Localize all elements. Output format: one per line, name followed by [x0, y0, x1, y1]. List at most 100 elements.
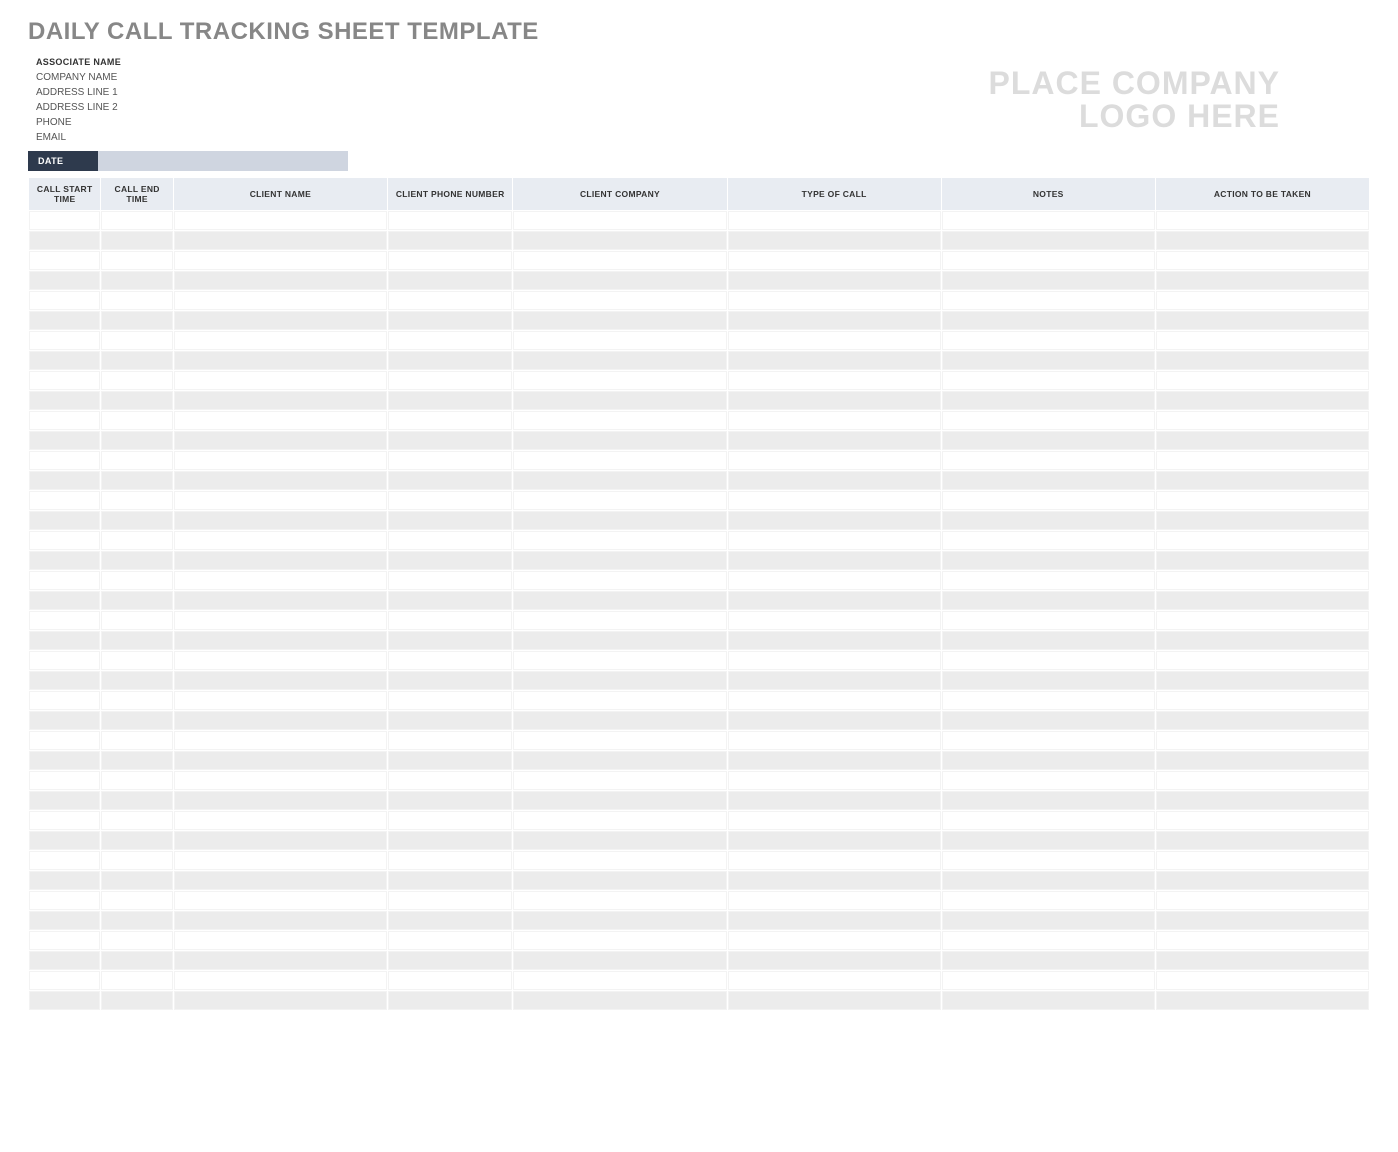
- table-cell[interactable]: [942, 251, 1155, 270]
- table-cell[interactable]: [942, 611, 1155, 630]
- table-cell[interactable]: [101, 471, 172, 490]
- table-cell[interactable]: [174, 291, 387, 310]
- table-cell[interactable]: [388, 991, 512, 1010]
- table-cell[interactable]: [1156, 891, 1369, 910]
- table-cell[interactable]: [388, 691, 512, 710]
- table-cell[interactable]: [29, 331, 100, 350]
- table-cell[interactable]: [388, 831, 512, 850]
- table-cell[interactable]: [174, 811, 387, 830]
- table-cell[interactable]: [29, 631, 100, 650]
- table-cell[interactable]: [101, 991, 172, 1010]
- table-cell[interactable]: [101, 451, 172, 470]
- table-cell[interactable]: [101, 631, 172, 650]
- table-cell[interactable]: [101, 771, 172, 790]
- table-cell[interactable]: [1156, 291, 1369, 310]
- table-cell[interactable]: [513, 551, 726, 570]
- table-cell[interactable]: [728, 771, 941, 790]
- table-cell[interactable]: [1156, 771, 1369, 790]
- table-cell[interactable]: [728, 851, 941, 870]
- table-cell[interactable]: [174, 691, 387, 710]
- table-cell[interactable]: [388, 891, 512, 910]
- table-cell[interactable]: [513, 411, 726, 430]
- table-cell[interactable]: [728, 271, 941, 290]
- table-cell[interactable]: [942, 991, 1155, 1010]
- table-cell[interactable]: [174, 871, 387, 890]
- table-cell[interactable]: [942, 371, 1155, 390]
- table-cell[interactable]: [513, 511, 726, 530]
- table-cell[interactable]: [101, 371, 172, 390]
- table-cell[interactable]: [513, 211, 726, 230]
- table-cell[interactable]: [1156, 611, 1369, 630]
- table-cell[interactable]: [942, 311, 1155, 330]
- table-cell[interactable]: [728, 411, 941, 430]
- table-cell[interactable]: [942, 271, 1155, 290]
- table-cell[interactable]: [388, 671, 512, 690]
- table-cell[interactable]: [29, 911, 100, 930]
- table-cell[interactable]: [728, 751, 941, 770]
- table-cell[interactable]: [174, 771, 387, 790]
- table-cell[interactable]: [29, 251, 100, 270]
- table-cell[interactable]: [101, 851, 172, 870]
- table-cell[interactable]: [174, 351, 387, 370]
- table-cell[interactable]: [101, 671, 172, 690]
- table-cell[interactable]: [942, 591, 1155, 610]
- table-cell[interactable]: [728, 871, 941, 890]
- table-cell[interactable]: [101, 651, 172, 670]
- table-cell[interactable]: [728, 471, 941, 490]
- table-cell[interactable]: [942, 831, 1155, 850]
- table-cell[interactable]: [1156, 331, 1369, 350]
- table-cell[interactable]: [174, 731, 387, 750]
- table-cell[interactable]: [1156, 571, 1369, 590]
- table-cell[interactable]: [728, 391, 941, 410]
- table-cell[interactable]: [29, 471, 100, 490]
- table-cell[interactable]: [728, 491, 941, 510]
- table-cell[interactable]: [513, 851, 726, 870]
- table-cell[interactable]: [513, 651, 726, 670]
- table-cell[interactable]: [174, 911, 387, 930]
- table-cell[interactable]: [101, 231, 172, 250]
- table-cell[interactable]: [101, 351, 172, 370]
- table-cell[interactable]: [942, 771, 1155, 790]
- table-cell[interactable]: [101, 291, 172, 310]
- table-cell[interactable]: [942, 791, 1155, 810]
- table-cell[interactable]: [388, 871, 512, 890]
- table-cell[interactable]: [29, 591, 100, 610]
- table-cell[interactable]: [728, 251, 941, 270]
- table-cell[interactable]: [513, 231, 726, 250]
- table-cell[interactable]: [388, 351, 512, 370]
- table-cell[interactable]: [101, 571, 172, 590]
- table-cell[interactable]: [29, 871, 100, 890]
- table-cell[interactable]: [388, 211, 512, 230]
- table-cell[interactable]: [174, 311, 387, 330]
- table-cell[interactable]: [1156, 371, 1369, 390]
- table-cell[interactable]: [101, 411, 172, 430]
- table-cell[interactable]: [388, 271, 512, 290]
- table-cell[interactable]: [388, 251, 512, 270]
- table-cell[interactable]: [388, 331, 512, 350]
- table-cell[interactable]: [728, 671, 941, 690]
- table-cell[interactable]: [728, 931, 941, 950]
- table-cell[interactable]: [513, 711, 726, 730]
- table-cell[interactable]: [388, 651, 512, 670]
- table-cell[interactable]: [101, 791, 172, 810]
- table-cell[interactable]: [942, 531, 1155, 550]
- table-cell[interactable]: [728, 511, 941, 530]
- table-cell[interactable]: [1156, 671, 1369, 690]
- table-cell[interactable]: [513, 731, 726, 750]
- table-cell[interactable]: [513, 951, 726, 970]
- table-cell[interactable]: [942, 331, 1155, 350]
- table-cell[interactable]: [101, 211, 172, 230]
- table-cell[interactable]: [728, 651, 941, 670]
- table-cell[interactable]: [728, 551, 941, 570]
- table-cell[interactable]: [101, 811, 172, 830]
- table-cell[interactable]: [1156, 491, 1369, 510]
- table-cell[interactable]: [101, 931, 172, 950]
- table-cell[interactable]: [388, 311, 512, 330]
- table-cell[interactable]: [101, 491, 172, 510]
- table-cell[interactable]: [101, 831, 172, 850]
- table-cell[interactable]: [728, 571, 941, 590]
- table-cell[interactable]: [513, 431, 726, 450]
- table-cell[interactable]: [388, 531, 512, 550]
- table-cell[interactable]: [174, 991, 387, 1010]
- table-cell[interactable]: [388, 791, 512, 810]
